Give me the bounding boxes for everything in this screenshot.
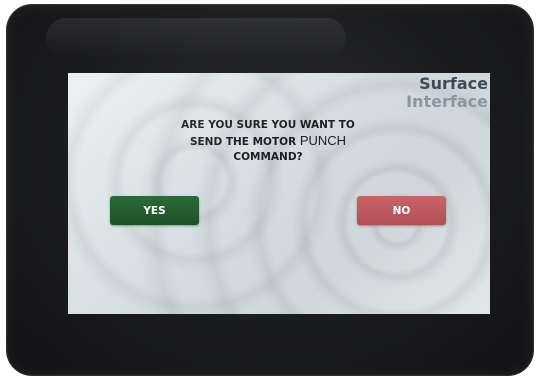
message-line-3: COMMAND?	[233, 151, 303, 163]
no-button-label: NO	[392, 204, 411, 217]
yes-button[interactable]: YES	[110, 196, 199, 225]
brand-logo: Surface Interface	[406, 75, 488, 111]
brand-line-surface: Surface	[419, 74, 488, 93]
touch-screen: Surface Interface ARE YOU SURE YOU WANT …	[68, 73, 490, 314]
message-line-2-prefix: SEND THE MOTOR	[189, 136, 297, 148]
message-line-2: SEND THE MOTOR PUNCH	[173, 133, 363, 150]
no-button[interactable]: NO	[357, 196, 446, 225]
bezel-reflection	[46, 18, 346, 58]
brand-line-interface: Interface	[406, 92, 488, 111]
confirmation-message: ARE YOU SURE YOU WANT TO SEND THE MOTOR …	[173, 118, 363, 165]
command-name: PUNCH	[299, 133, 347, 148]
device-photo: Surface Interface ARE YOU SURE YOU WANT …	[0, 0, 539, 379]
yes-button-label: YES	[143, 204, 166, 217]
message-line-1: ARE YOU SURE YOU WANT TO	[181, 119, 355, 131]
